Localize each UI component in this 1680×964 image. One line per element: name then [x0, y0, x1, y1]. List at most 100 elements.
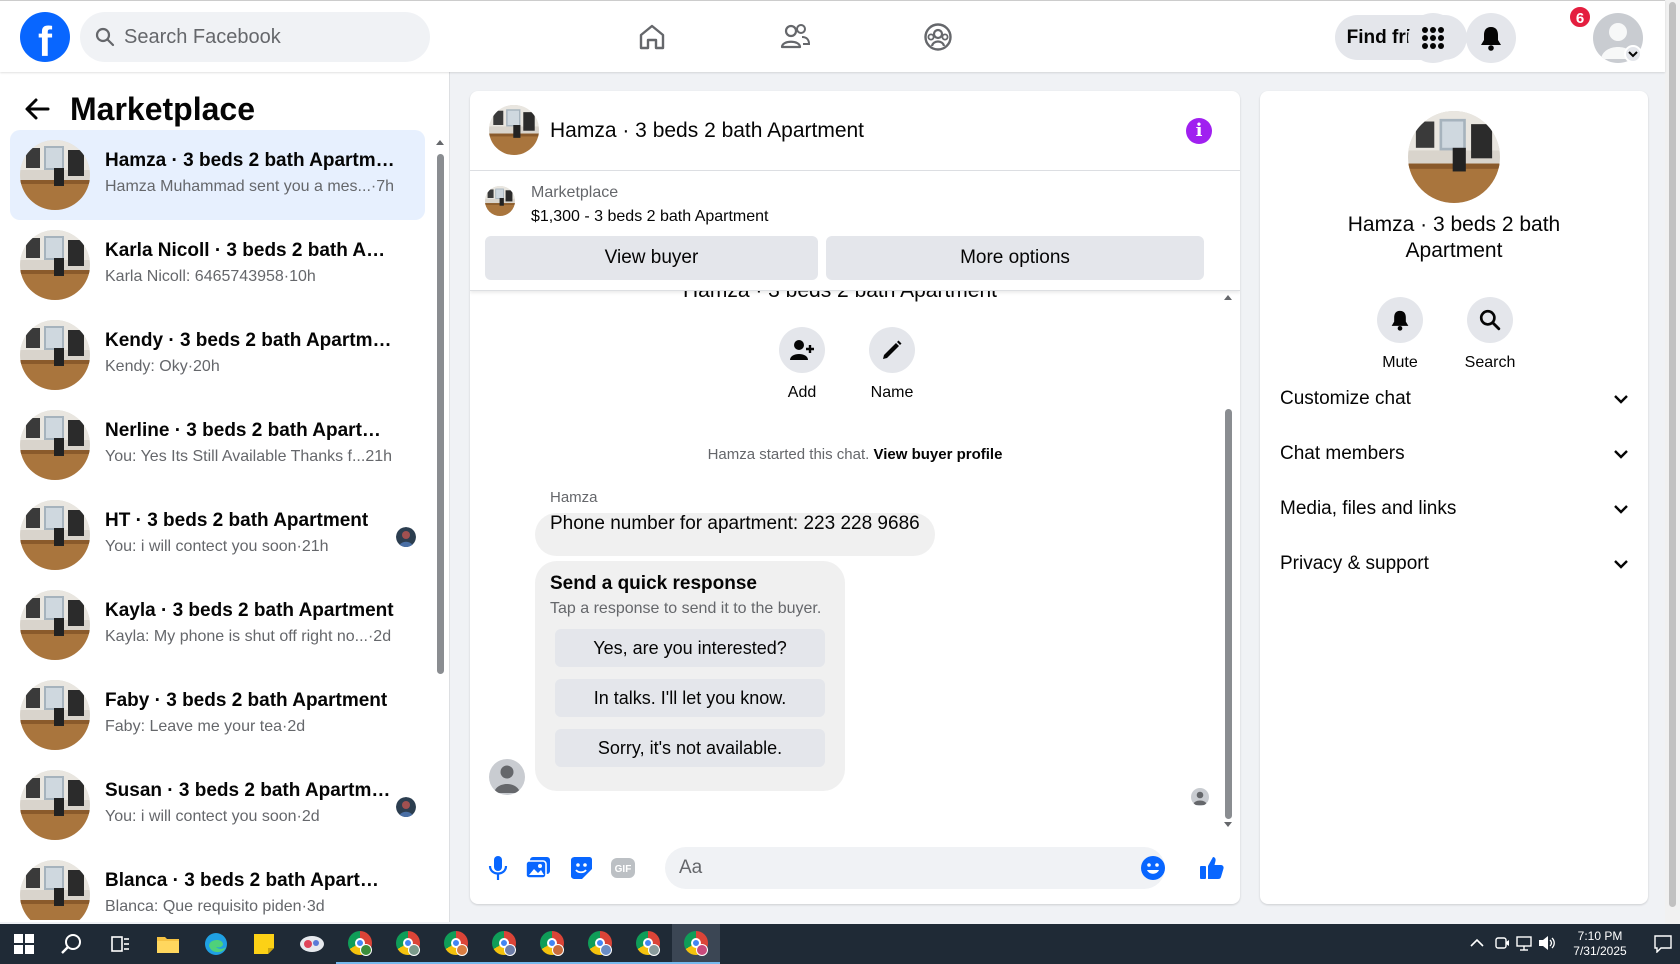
scroll-down-icon[interactable] [1224, 821, 1232, 829]
view-buyer-profile-link[interactable]: View buyer profile [873, 446, 1002, 463]
chrome-window-4-icon[interactable] [480, 924, 528, 964]
chrome-window-2-icon[interactable] [384, 924, 432, 964]
conversation-preview: You: i will contect you soon [105, 808, 297, 825]
chrome-window-6-icon[interactable] [576, 924, 624, 964]
chat-scrollbar[interactable] [1222, 291, 1234, 831]
listing-thumbnail [20, 320, 90, 390]
conversation-item[interactable]: Faby · 3 beds 2 bath Apartment Faby: Leav… [10, 670, 425, 760]
name-label: Name [870, 384, 914, 401]
chrome-window-active-icon[interactable] [672, 924, 720, 964]
listing-thumbnail [20, 230, 90, 300]
facebook-logo-icon[interactable]: f [20, 12, 70, 62]
volume-icon[interactable] [1538, 935, 1556, 951]
show-hidden-icons-chevron-icon[interactable] [1470, 938, 1484, 948]
conversation-item[interactable]: Susan · 3 beds 2 bath Apartme... You: i w… [10, 760, 425, 850]
conversation-time: ·2d [296, 808, 320, 825]
chat-members-section[interactable]: Chat members [1280, 434, 1628, 474]
add-people-action[interactable]: Add [767, 327, 837, 402]
conversation-item[interactable]: Nerline · 3 beds 2 bath Apartment You: Ye… [10, 400, 425, 490]
conversation-preview: Karla Nicoll: 6465743958 [105, 268, 284, 285]
snipping-tool-icon[interactable] [288, 924, 336, 964]
sticker-icon[interactable] [568, 855, 594, 881]
microphone-icon[interactable] [485, 855, 511, 881]
chat-header-title[interactable]: Hamza · 3 beds 2 bath Apartment [550, 119, 864, 143]
conversation-item[interactable]: Kayla · 3 beds 2 bath Apartment Kayla: My… [10, 580, 425, 670]
search-input[interactable] [124, 12, 414, 62]
seen-receipt-avatar [396, 527, 416, 547]
sidebar-header: Marketplace [24, 87, 255, 131]
friends-icon[interactable] [775, 17, 815, 57]
conversation-item[interactable]: Hamza · 3 beds 2 bath Apartment Hamza Muh… [10, 130, 425, 220]
conversation-item[interactable]: Blanca · 3 beds 2 bath Apartment Blanca: … [10, 850, 425, 920]
conversation-snippet: Faby: Leave me your tea ·2d [105, 718, 305, 736]
conversation-list: Hamza · 3 beds 2 bath Apartment Hamza Muh… [10, 130, 425, 920]
customize-chat-section[interactable]: Customize chat [1280, 379, 1628, 419]
notification-center-icon[interactable] [1654, 935, 1672, 953]
notifications-button[interactable] [1466, 13, 1516, 63]
info-icon[interactable]: i [1186, 118, 1212, 144]
page-scrollbar[interactable] [1665, 0, 1680, 924]
taskbar-clock[interactable]: 7:10 PM 7/31/2025 [1556, 929, 1644, 959]
back-arrow-icon[interactable] [24, 97, 50, 121]
listing-thumbnail[interactable] [485, 186, 515, 216]
taskbar-search-icon[interactable] [48, 924, 96, 964]
emoji-icon[interactable] [1140, 855, 1166, 881]
clock-time: 7:10 PM [1577, 929, 1623, 943]
notification-count-badge: 6 [1568, 5, 1592, 29]
sidebar-scrollbar-thumb[interactable] [437, 154, 444, 674]
meet-now-icon[interactable] [1494, 935, 1510, 951]
seen-receipt-avatar [396, 797, 416, 817]
name-chat-action[interactable]: Name [857, 327, 927, 402]
search-box[interactable] [80, 12, 430, 62]
menu-grid-button[interactable] [1408, 13, 1458, 63]
privacy-support-section[interactable]: Privacy & support [1280, 544, 1628, 584]
home-icon[interactable] [632, 17, 672, 57]
quick-response-in-talks-button[interactable]: In talks. I'll let you know. [555, 679, 825, 717]
listing-photo[interactable] [489, 105, 539, 155]
chrome-window-5-icon[interactable] [528, 924, 576, 964]
mute-label: Mute [1382, 354, 1418, 371]
chat-scrollbar-thumb[interactable] [1225, 409, 1232, 819]
task-view-icon[interactable] [96, 924, 144, 964]
sticky-notes-icon[interactable] [240, 924, 288, 964]
groups-icon[interactable] [918, 17, 958, 57]
conversation-preview: Hamza Muhammad sent you a mes... [105, 178, 371, 195]
scroll-up-icon[interactable] [436, 138, 444, 146]
network-icon[interactable] [1516, 935, 1534, 951]
listing-thumbnail [20, 860, 90, 920]
chrome-window-7-icon[interactable] [624, 924, 672, 964]
message-input[interactable] [665, 847, 1165, 889]
search-chat-action[interactable]: Search [1450, 297, 1530, 372]
conversation-preview: Blanca: Que requisito piden [105, 898, 302, 915]
chrome-window-3-icon[interactable] [432, 924, 480, 964]
more-options-button[interactable]: More options [826, 236, 1204, 280]
conversation-item[interactable]: Kendy · 3 beds 2 bath Apartment Kendy: Ok… [10, 310, 425, 400]
chevron-down-icon[interactable] [1624, 45, 1642, 63]
mute-action[interactable]: Mute [1360, 297, 1440, 372]
chevron-down-icon [1614, 395, 1628, 404]
quick-response-not-available-button[interactable]: Sorry, it's not available. [555, 729, 825, 767]
conversation-snippet: Kendy: Oky ·20h [105, 358, 220, 376]
quick-response-yes-button[interactable]: Yes, are you interested? [555, 629, 825, 667]
details-listing-photo[interactable] [1408, 111, 1500, 203]
conversation-title: Hamza · 3 beds 2 bath Apartment [105, 150, 395, 171]
sender-avatar[interactable] [489, 759, 525, 795]
media-files-links-section[interactable]: Media, files and links [1280, 489, 1628, 529]
listing-source-label: Marketplace [531, 184, 619, 201]
sidebar-scrollbar[interactable] [436, 138, 444, 918]
conversation-snippet: You: Yes Its Still Available Thanks f...… [105, 448, 392, 466]
conversation-item[interactable]: HT · 3 beds 2 bath Apartment You: i will … [10, 490, 425, 580]
page-scrollbar-thumb[interactable] [1669, 2, 1676, 907]
gif-icon[interactable]: GIF [610, 855, 636, 881]
view-buyer-button[interactable]: View buyer [485, 236, 818, 280]
conversation-item[interactable]: Karla Nicoll · 3 beds 2 bath Apar... Karl… [10, 220, 425, 310]
photo-gallery-icon[interactable] [525, 855, 551, 881]
chrome-window-1-icon[interactable] [336, 924, 384, 964]
message-bubble[interactable]: Phone number for apartment: 223 228 9686 [535, 513, 935, 556]
scroll-up-icon[interactable] [1224, 293, 1232, 301]
like-thumbs-up-icon[interactable] [1199, 855, 1225, 881]
edge-browser-icon[interactable] [192, 924, 240, 964]
windows-start-icon[interactable] [0, 924, 48, 964]
conversation-preview: You: i will contect you soon [105, 538, 297, 555]
file-explorer-icon[interactable] [144, 924, 192, 964]
